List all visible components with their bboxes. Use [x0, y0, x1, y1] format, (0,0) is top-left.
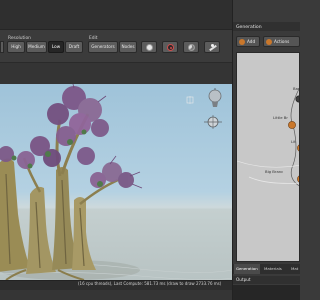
resolution-low-button[interactable]: Low	[48, 41, 64, 53]
actions-button[interactable]: Actions	[263, 36, 300, 47]
node-little-branch[interactable]	[288, 121, 296, 129]
lighting-button[interactable]	[204, 41, 220, 53]
light-bulb-icon[interactable]	[206, 88, 224, 110]
node-big-branch[interactable]	[297, 175, 300, 183]
tab-materials[interactable]: Materials	[262, 264, 284, 274]
3d-viewport[interactable]	[0, 84, 232, 280]
resolution-draft-button[interactable]: Draft	[65, 41, 83, 53]
tree-render	[0, 84, 232, 280]
generation-panel-title: Generation	[236, 25, 262, 30]
actions-icon	[266, 38, 272, 45]
add-button[interactable]: Add	[236, 36, 260, 47]
node-graph[interactable]: Bas Little Br Lit Big Branc	[236, 52, 300, 262]
node-bas[interactable]	[295, 95, 300, 103]
node-label-bas: Bas	[293, 86, 300, 91]
edit-generators-button[interactable]: Generators	[88, 41, 118, 53]
sphere-view-button[interactable]	[141, 41, 157, 53]
status-text: (16 cpu threads), Last Compute: 581.73 m…	[78, 281, 222, 286]
output-panel-title: Output	[236, 277, 251, 282]
add-button-label: Add	[247, 39, 256, 44]
shaded-sphere-icon	[188, 44, 195, 51]
resolution-high-button[interactable]: High	[7, 41, 25, 53]
node-links	[237, 88, 300, 187]
edit-nodes-button[interactable]: Nodes	[119, 41, 137, 53]
viewport-header	[0, 62, 232, 84]
target-view-button[interactable]	[162, 41, 178, 53]
target-icon	[167, 44, 174, 51]
shaded-view-button[interactable]	[183, 41, 199, 53]
output-console	[233, 285, 300, 300]
resolution-medium-button[interactable]: Medium	[26, 41, 47, 53]
node-label-lit: Lit	[291, 139, 296, 144]
lighting-icon	[209, 44, 216, 51]
toolbar-left-button[interactable]	[0, 41, 4, 53]
tab-generation[interactable]: Generation	[234, 264, 260, 274]
target-icon[interactable]	[186, 96, 194, 104]
bottom-strip	[0, 290, 232, 300]
tab-mat[interactable]: Mat	[289, 264, 300, 274]
title-strip	[0, 0, 232, 30]
sphere-icon	[146, 44, 153, 51]
node-lit[interactable]	[297, 144, 300, 152]
pin-icon[interactable]	[204, 114, 222, 130]
add-icon	[239, 38, 245, 45]
node-label-little-branch: Little Br	[273, 115, 288, 120]
node-label-big-branch: Big Branc	[265, 169, 284, 174]
actions-button-label: Actions	[274, 39, 290, 44]
